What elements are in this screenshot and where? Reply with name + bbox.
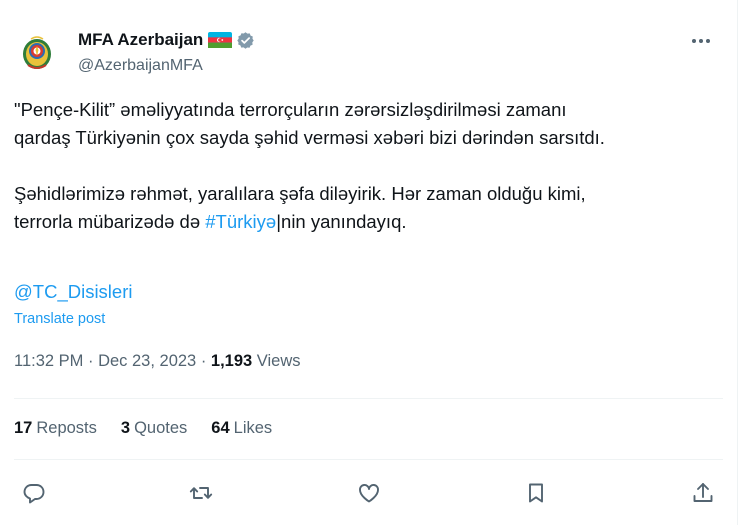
post-header: MFA Azerbaijan @AzerbaijanMFA <box>14 26 723 82</box>
display-name[interactable]: MFA Azerbaijan <box>78 30 203 50</box>
repost-button[interactable] <box>185 477 217 509</box>
divider <box>14 459 723 460</box>
bookmark-icon <box>528 483 543 503</box>
action-bar <box>18 475 719 511</box>
post-line-3: Şəhidlərimizə rəhmət, yaralılara şəfa di… <box>14 183 586 204</box>
translate-post-link[interactable]: Translate post <box>14 311 105 327</box>
hashtag-link[interactable]: #Türkiyə <box>205 211 276 232</box>
bookmark-button[interactable] <box>520 477 552 509</box>
handle[interactable]: @AzerbaijanMFA <box>78 57 203 75</box>
more-dots-icon <box>692 39 710 43</box>
quotes-label: Quotes <box>134 419 188 437</box>
post-meta: 11:32 PM · Dec 23, 2023 · 1,193 Views <box>14 352 301 371</box>
reposts-count: 17 <box>14 419 33 437</box>
heart-icon <box>358 484 379 503</box>
reply-button[interactable] <box>18 477 50 509</box>
post-line-4: terrorla mübarizədə də #Türkiyə|nin yanı… <box>14 208 724 236</box>
reply-icon <box>23 484 45 504</box>
post-line-1: "Pençe-Kilit” əməliyyatında terrorçuları… <box>14 99 567 120</box>
avatar[interactable] <box>14 29 60 75</box>
quotes-count: 3 <box>120 419 131 437</box>
azerbaijan-emblem-icon <box>15 30 59 74</box>
post-text: "Pençe-Kilit” əməliyyatında terrorçuları… <box>14 96 724 236</box>
likes-count: 64 <box>211 419 230 437</box>
post-line-4-prefix: terrorla mübarizədə də <box>14 211 206 232</box>
share-button[interactable] <box>687 477 719 509</box>
mention-link[interactable]: @TC_Disisleri <box>14 278 132 306</box>
divider <box>14 398 723 399</box>
like-button[interactable] <box>353 477 385 509</box>
likes-stat[interactable]: 64 Likes <box>211 419 272 438</box>
reposts-label: Reposts <box>36 419 97 437</box>
share-icon <box>693 483 713 502</box>
post-date[interactable]: Dec 23, 2023 <box>98 352 196 370</box>
meta-separator: · <box>83 352 99 370</box>
azerbaijan-flag-icon <box>208 32 233 48</box>
likes-label: Likes <box>233 419 273 437</box>
post-line-4-suffix: |nin yanındayıq. <box>276 211 407 232</box>
post-container: MFA Azerbaijan @AzerbaijanMFA "Pençe-Kil… <box>0 0 738 525</box>
meta-separator: · <box>196 352 211 370</box>
engagement-stats: 17 Reposts 3 Quotes 64 Likes <box>14 419 272 438</box>
repost-icon <box>190 487 213 499</box>
post-line-2: qardaş Türkiyənin çox sayda şəhid verməs… <box>14 127 605 148</box>
views-label: Views <box>252 352 301 370</box>
name-row: MFA Azerbaijan <box>78 30 255 50</box>
reposts-stat[interactable]: 17 Reposts <box>14 419 97 438</box>
post-time[interactable]: 11:32 PM <box>14 352 83 370</box>
more-options-button[interactable] <box>685 28 717 54</box>
quotes-stat[interactable]: 3 Quotes <box>121 419 187 438</box>
views-count: 1,193 <box>210 352 253 370</box>
verified-badge-icon[interactable] <box>236 31 255 50</box>
